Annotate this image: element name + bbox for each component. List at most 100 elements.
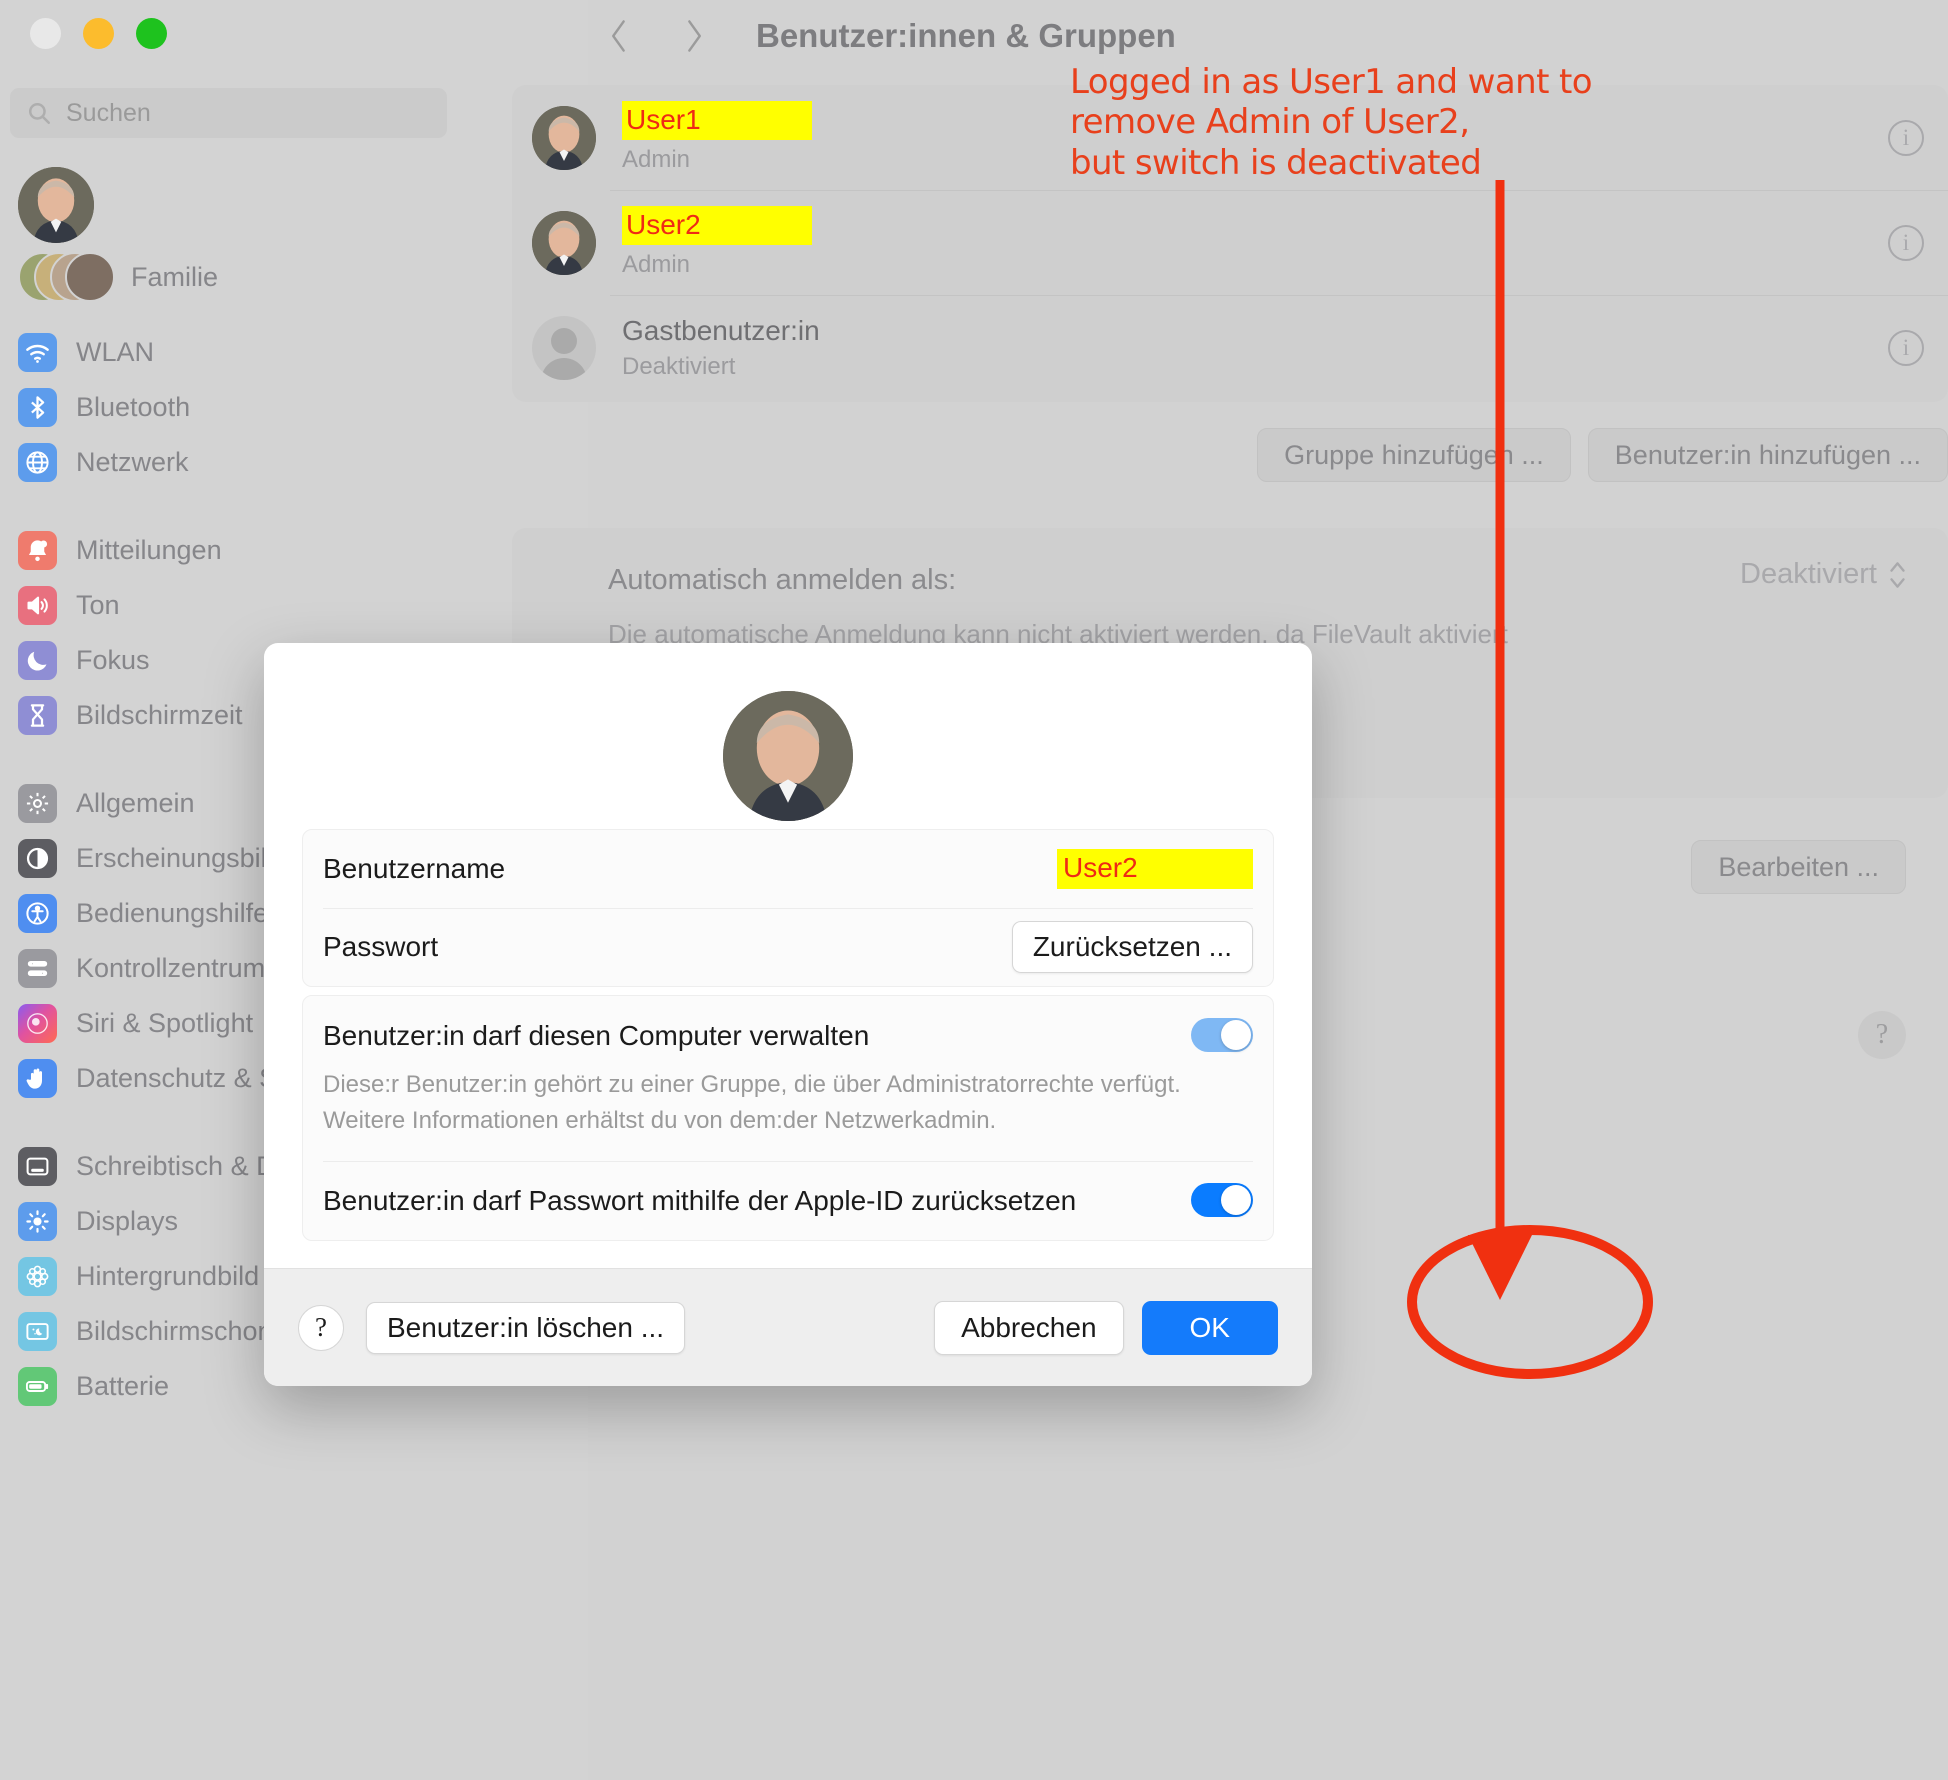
zoom-button[interactable]	[136, 18, 167, 49]
sidebar-item-ton[interactable]: Ton	[0, 578, 588, 633]
username-row: Benutzername User2	[303, 830, 1273, 908]
table-row[interactable]: Gastbenutzer:in Deaktiviert i	[512, 295, 1948, 400]
dialog-avatar[interactable]	[723, 691, 853, 821]
search-icon	[26, 100, 52, 126]
avatar[interactable]	[18, 167, 94, 243]
wifi-icon	[18, 333, 57, 372]
dialog-footer: ? Benutzer:in löschen ... Abbrechen OK	[264, 1268, 1312, 1386]
user-info: User1 Admin	[622, 100, 812, 174]
app-window: Suchen Familie WLAN Bluetooth Netzwerk M…	[0, 0, 1948, 1780]
user-role: Admin	[622, 251, 691, 279]
battery-icon	[18, 1367, 57, 1406]
permission-admin: Benutzer:in darf diesen Computer verwalt…	[303, 996, 1273, 1161]
moon-icon	[18, 641, 57, 680]
hourglass-icon	[18, 696, 57, 735]
guest-avatar	[532, 315, 596, 380]
accessibility-icon	[18, 894, 57, 933]
siri-icon	[18, 1004, 57, 1043]
user-role: Deaktiviert	[622, 353, 736, 381]
permission-appleid-label: Benutzer:in darf Passwort mithilfe der A…	[323, 1185, 1077, 1216]
sidebar-item-label: Erscheinungsbild	[76, 843, 282, 873]
gear-icon	[18, 784, 57, 823]
hand-icon	[18, 1059, 57, 1098]
users-actions: Gruppe hinzufügen ... Benutzer:in hinzuf…	[512, 428, 1948, 482]
sidebar-item-label: Allgemein	[76, 788, 195, 818]
delete-user-button[interactable]: Benutzer:in löschen ...	[366, 1301, 686, 1354]
bell-icon	[18, 531, 57, 570]
sidebar-item-wlan[interactable]: WLAN	[0, 325, 588, 380]
page-title: Benutzer:innen & Gruppen	[756, 17, 1176, 54]
family-avatars	[18, 252, 115, 302]
help-button[interactable]: ?	[1858, 1011, 1906, 1059]
sidebar-item-label: Hintergrundbild	[76, 1261, 260, 1291]
appleid-reset-toggle[interactable]	[1191, 1183, 1253, 1217]
sidebar-item-label: Siri & Spotlight	[76, 1008, 254, 1038]
user-name: Gastbenutzer:in	[622, 314, 820, 346]
brightness-icon	[18, 1202, 57, 1241]
auto-login-label: Automatisch anmelden als:	[608, 564, 957, 596]
window-traffic-lights	[30, 18, 167, 49]
sidebar-item-label: Displays	[76, 1206, 179, 1236]
sidebar-item-label: Mitteilungen	[76, 535, 222, 565]
speaker-icon	[18, 586, 57, 625]
search-placeholder: Suchen	[66, 98, 151, 127]
avatar	[532, 210, 596, 275]
info-icon[interactable]: i	[1888, 329, 1924, 366]
admin-toggle[interactable]	[1191, 1018, 1253, 1052]
password-row: Passwort Zurücksetzen ...	[303, 908, 1273, 986]
dialog-help-button[interactable]: ?	[298, 1304, 344, 1351]
sidebar-item-label: Familie	[131, 261, 219, 292]
reset-password-button[interactable]: Zurücksetzen ...	[1011, 921, 1253, 973]
chevron-updown-icon	[1889, 561, 1906, 589]
sidebar-item-label: Bedienungshilfen	[76, 898, 284, 928]
add-user-button[interactable]: Benutzer:in hinzufügen ...	[1587, 428, 1948, 482]
user-role: Admin	[622, 146, 691, 174]
permission-admin-description: Diese:r Benutzer:in gehört zu einer Grup…	[323, 1071, 1181, 1134]
screensaver-icon	[18, 1312, 57, 1351]
ok-button[interactable]: OK	[1141, 1300, 1278, 1355]
sidebar-item-label: WLAN	[76, 337, 155, 367]
sidebar-item-label: Bildschirmzeit	[76, 700, 243, 730]
sidebar-item-label: Kontrollzentrum	[76, 953, 266, 983]
password-label: Passwort	[323, 931, 439, 962]
search-input[interactable]: Suchen	[10, 88, 447, 138]
username-value[interactable]: User2	[1057, 849, 1253, 889]
user-info: Gastbenutzer:in Deaktiviert	[622, 314, 820, 381]
avatar	[532, 105, 596, 170]
sidebar-item-family[interactable]: Familie	[18, 247, 218, 307]
permission-appleid-reset: Benutzer:in darf Passwort mithilfe der A…	[303, 1161, 1273, 1240]
sidebar-item-mitteilungen[interactable]: Mitteilungen	[0, 523, 588, 578]
user-name: User1	[622, 100, 812, 141]
dock-icon	[18, 1147, 57, 1186]
close-button[interactable]	[30, 18, 61, 49]
bluetooth-icon	[18, 388, 57, 427]
sidebar-item-label: Batterie	[76, 1371, 170, 1401]
control-center-icon	[18, 949, 57, 988]
sidebar-item-label: Netzwerk	[76, 447, 189, 477]
user-name: User2	[622, 205, 812, 246]
wallpaper-icon	[18, 1257, 57, 1296]
sidebar-item-label: Ton	[76, 590, 120, 620]
add-group-button[interactable]: Gruppe hinzufügen ...	[1257, 428, 1571, 482]
info-icon[interactable]: i	[1888, 119, 1924, 156]
user-info: User2 Admin	[622, 205, 812, 279]
edit-button[interactable]: Bearbeiten ...	[1691, 840, 1906, 894]
sidebar-group-network: WLAN Bluetooth Netzwerk	[0, 325, 588, 490]
dialog-permissions: Benutzer:in darf diesen Computer verwalt…	[302, 995, 1274, 1241]
sidebar-item-bluetooth[interactable]: Bluetooth	[0, 380, 588, 435]
chevron-right-icon[interactable]	[670, 13, 716, 59]
sidebar-item-label: Fokus	[76, 645, 150, 675]
sidebar-item-label: Bluetooth	[76, 392, 191, 422]
annotation-note: Logged in as User1 and want to remove Ad…	[1070, 62, 1593, 183]
table-row[interactable]: User2 Admin i	[512, 190, 1948, 295]
user-settings-dialog: Benutzername User2 Passwort Zurücksetzen…	[264, 643, 1312, 1386]
minimize-button[interactable]	[83, 18, 114, 49]
auto-login-select[interactable]: Deaktiviert	[1740, 558, 1906, 591]
permission-admin-label: Benutzer:in darf diesen Computer verwalt…	[323, 1020, 870, 1051]
cancel-button[interactable]: Abbrechen	[934, 1300, 1124, 1355]
chevron-left-icon[interactable]	[596, 13, 642, 59]
edit-button-wrap: Bearbeiten ...	[1691, 840, 1906, 894]
dialog-fields: Benutzername User2 Passwort Zurücksetzen…	[302, 829, 1274, 987]
info-icon[interactable]: i	[1888, 224, 1924, 261]
sidebar-item-netzwerk[interactable]: Netzwerk	[0, 435, 588, 490]
